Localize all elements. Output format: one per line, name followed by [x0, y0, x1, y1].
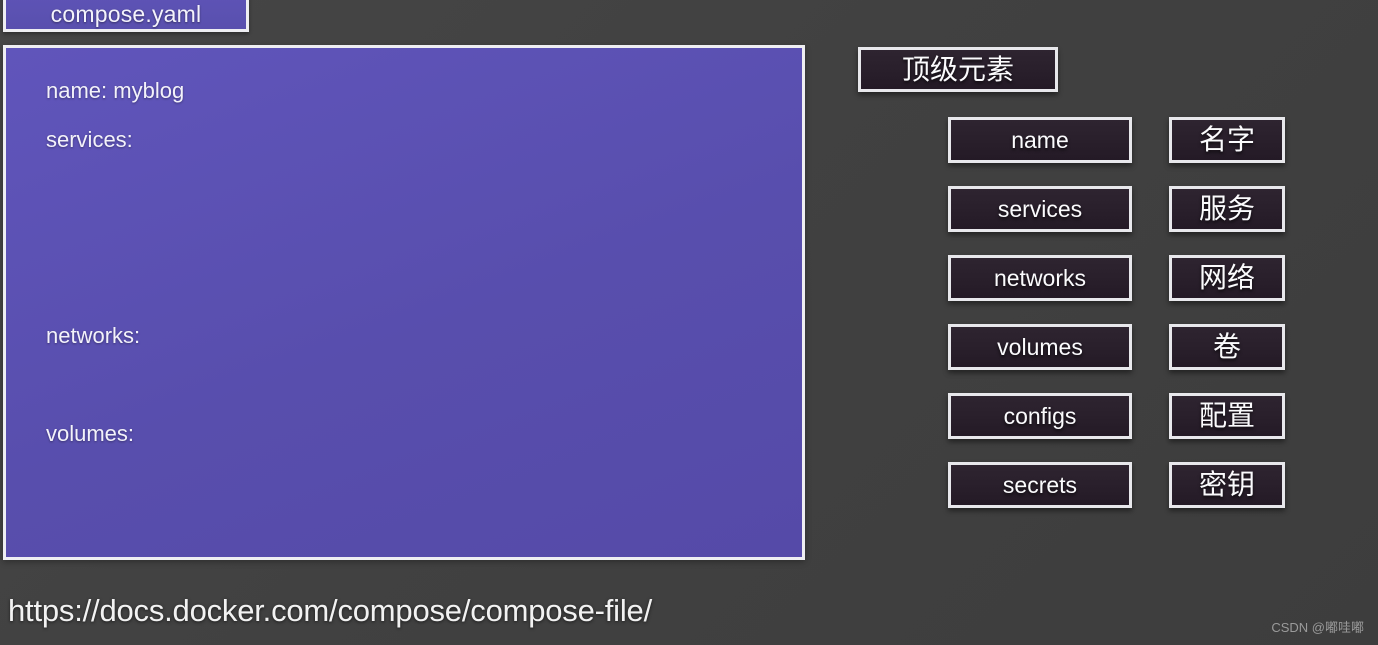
editor-file-tab[interactable]: compose.yaml	[3, 0, 249, 32]
element-translation-name[interactable]: 名字	[1169, 117, 1285, 163]
element-box-name[interactable]: name	[948, 117, 1132, 163]
editor-file-tab-label: compose.yaml	[50, 1, 202, 27]
yaml-editor-panel[interactable]: name: myblog services: networks: volumes…	[3, 45, 805, 560]
element-translation-label-name: 名字	[1198, 124, 1255, 155]
element-translation-label-secrets: 密钥	[1198, 469, 1255, 500]
element-translation-networks[interactable]: 网络	[1169, 255, 1285, 301]
element-box-services[interactable]: services	[948, 186, 1132, 232]
element-box-volumes[interactable]: volumes	[948, 324, 1132, 370]
top-level-elements-header-label: 顶级元素	[901, 53, 1014, 85]
code-line: name: myblog	[46, 78, 185, 103]
slide-canvas: compose.yaml name: myblog services: netw…	[0, 0, 1378, 645]
element-label-networks: networks	[993, 264, 1087, 291]
element-translation-volumes[interactable]: 卷	[1169, 324, 1285, 370]
code-line: services:	[46, 127, 133, 152]
element-translation-configs[interactable]: 配置	[1169, 393, 1285, 439]
top-level-elements-header: 顶级元素	[858, 47, 1058, 92]
element-box-configs[interactable]: configs	[948, 393, 1132, 439]
documentation-url[interactable]: https://docs.docker.com/compose/compose-…	[8, 595, 652, 626]
code-line: networks:	[46, 323, 141, 348]
element-box-networks[interactable]: networks	[948, 255, 1132, 301]
element-translation-label-configs: 配置	[1198, 400, 1255, 431]
csdn-watermark: CSDN @嘟哇嘟	[1271, 620, 1364, 635]
element-box-secrets[interactable]: secrets	[948, 462, 1132, 508]
element-translation-secrets[interactable]: 密钥	[1169, 462, 1285, 508]
element-label-name: name	[1011, 126, 1069, 153]
element-label-services: services	[997, 195, 1083, 222]
element-label-secrets: secrets	[1002, 471, 1078, 498]
element-translation-services[interactable]: 服务	[1169, 186, 1285, 232]
element-translation-label-networks: 网络	[1198, 262, 1255, 293]
element-translation-label-volumes: 卷	[1212, 331, 1241, 362]
element-translation-label-services: 服务	[1198, 193, 1255, 224]
element-label-configs: configs	[1003, 402, 1077, 429]
element-label-volumes: volumes	[997, 333, 1083, 360]
yaml-code-block: name: myblog services: networks: volumes…	[46, 80, 792, 472]
code-line: volumes:	[46, 421, 135, 446]
